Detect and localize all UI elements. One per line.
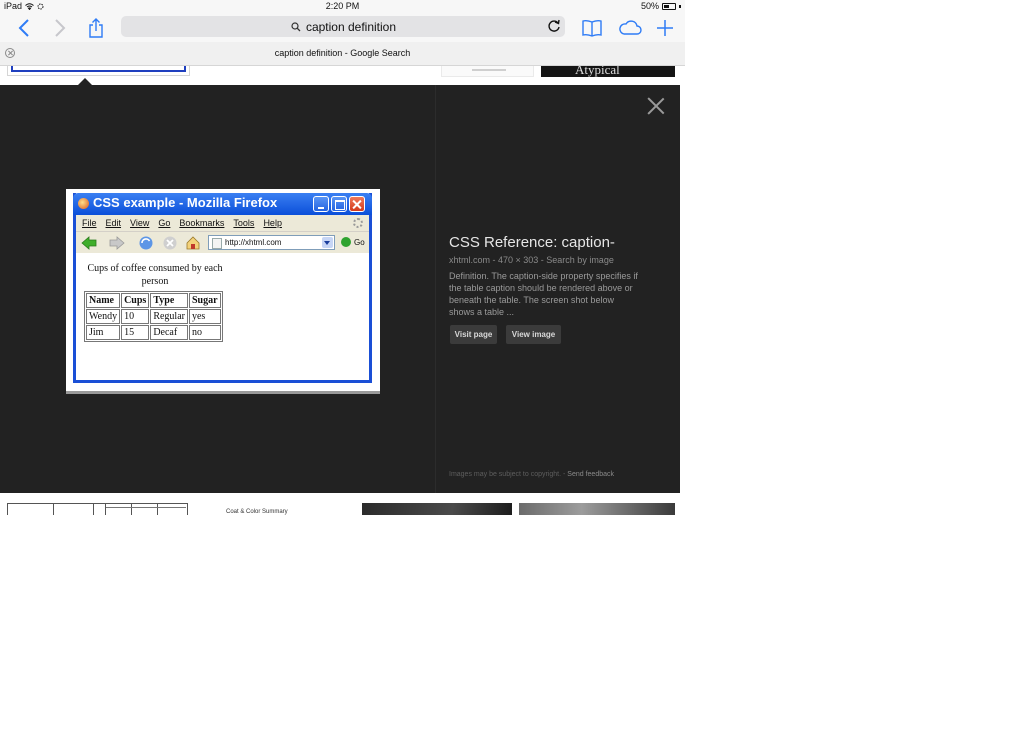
firefox-window: CSS example - Mozilla Firefox File Edit …: [73, 193, 372, 383]
table-cell: 10: [121, 309, 150, 324]
battery-icon: [662, 2, 676, 10]
navigation-bar: http://xhtml.com Go: [76, 231, 369, 253]
column-header: Type: [150, 293, 188, 308]
table-cell: Regular: [150, 309, 188, 324]
menu-item: Go: [158, 218, 171, 228]
coffee-table: Name Cups Type Sugar Wendy 10 Regular ye…: [84, 291, 223, 342]
table-cell: Wendy: [86, 309, 121, 324]
panel-divider: [435, 85, 436, 493]
icloud-tabs-icon[interactable]: [617, 16, 643, 40]
status-right: 50%: [641, 1, 681, 11]
search-icon: [291, 21, 301, 31]
minimize-icon: [313, 196, 329, 212]
table-cell: 15: [121, 325, 150, 340]
safari-window: iPad 2:20 PM 50% caption definition capt…: [0, 0, 685, 515]
results-row-top: Atypical: [0, 66, 685, 85]
copyright-note: Images may be subject to copyright. - Se…: [449, 471, 614, 478]
image-result-description: Definition. The caption-side property sp…: [449, 271, 638, 317]
visit-page-button[interactable]: Visit page: [450, 325, 497, 344]
close-icon[interactable]: [647, 97, 665, 115]
status-bar: iPad 2:20 PM 50%: [0, 0, 685, 14]
column-header: Cups: [121, 293, 150, 308]
menu-item: Bookmarks: [179, 218, 225, 228]
throbber-icon: [353, 218, 363, 228]
go-label: Go: [354, 237, 365, 247]
reload-page-icon: [139, 236, 153, 250]
menu-item: Tools: [233, 218, 255, 228]
result-thumbnail[interactable]: [7, 66, 190, 76]
url-field: http://xhtml.com: [208, 235, 335, 250]
selected-result-caret: [78, 78, 92, 85]
new-tab-icon[interactable]: [653, 16, 677, 40]
table-header-row: Name Cups Type Sugar: [86, 293, 221, 308]
result-thumbnail[interactable]: [362, 503, 512, 515]
result-thumbnail[interactable]: [519, 503, 675, 515]
result-thumbnail[interactable]: Coat & Color Summary: [226, 509, 288, 515]
results-row-bottom: Coat & Color Summary: [0, 493, 685, 515]
send-feedback-link[interactable]: Send feedback: [567, 471, 614, 478]
address-text: caption definition: [305, 19, 397, 34]
browser-toolbar: caption definition: [0, 14, 685, 42]
result-thumbnail[interactable]: [441, 66, 534, 77]
column-header: Sugar: [188, 293, 221, 308]
menu-item: Edit: [105, 218, 122, 228]
screen: iPad 2:20 PM 50% caption definition capt…: [0, 0, 1024, 748]
url-text: http://xhtml.com: [225, 238, 282, 247]
table-row: Jim 15 Decaf no: [86, 325, 221, 340]
view-image-button[interactable]: View image: [506, 325, 561, 344]
window-titlebar: CSS example - Mozilla Firefox: [73, 193, 372, 215]
forward-arrow-icon: [109, 236, 125, 250]
firefox-logo-icon: [78, 198, 89, 209]
image-result-meta[interactable]: xhtml.com - 470 × 303 - Search by image: [449, 255, 614, 265]
tab-title[interactable]: caption definition - Google Search: [0, 48, 685, 58]
maximize-icon: [331, 196, 347, 212]
column-header: Name: [86, 293, 121, 308]
stop-icon: [163, 236, 177, 250]
preview-image[interactable]: CSS example - Mozilla Firefox File Edit …: [66, 189, 380, 391]
go-button: Go: [341, 237, 365, 247]
result-thumbnail[interactable]: Atypical: [541, 66, 675, 77]
back-arrow-icon: [81, 236, 97, 250]
window-close-icon: [349, 196, 365, 212]
battery-percent: 50%: [640, 1, 659, 11]
copyright-text: Images may be subject to copyright.: [449, 471, 562, 478]
share-icon[interactable]: [84, 16, 108, 40]
menu-item: File: [82, 218, 97, 228]
forward-icon[interactable]: [48, 16, 72, 40]
table-cell: yes: [188, 309, 221, 324]
back-icon[interactable]: [12, 16, 36, 40]
battery-tip: [679, 4, 681, 8]
address-bar[interactable]: caption definition: [121, 16, 565, 37]
window-title: CSS example - Mozilla Firefox: [93, 195, 278, 210]
menu-item: Help: [263, 218, 282, 228]
status-time: 2:20 PM: [325, 1, 360, 11]
menu-item: View: [130, 218, 150, 228]
url-dropdown-icon: [322, 237, 333, 248]
result-thumbnail[interactable]: [7, 503, 188, 515]
menu-bar: File Edit View Go Bookmarks Tools Help: [76, 215, 369, 231]
image-result-title[interactable]: CSS Reference: caption-: [449, 234, 615, 251]
table-cell: no: [188, 325, 221, 340]
thumbnail-text: Atypical: [575, 66, 620, 77]
page-content: Cups of coffee consumed by each person N…: [76, 253, 369, 380]
go-icon: [341, 237, 351, 247]
tab-strip: caption definition - Google Search: [0, 42, 685, 66]
table-cell: Jim: [86, 325, 121, 340]
table-row: Wendy 10 Regular yes: [86, 309, 221, 324]
table-cell: Decaf: [150, 325, 188, 340]
home-icon: [186, 236, 200, 250]
reload-icon[interactable]: [547, 19, 561, 33]
table-caption: Cups of coffee consumed by each person: [87, 263, 223, 287]
bookmarks-icon[interactable]: [580, 16, 604, 40]
